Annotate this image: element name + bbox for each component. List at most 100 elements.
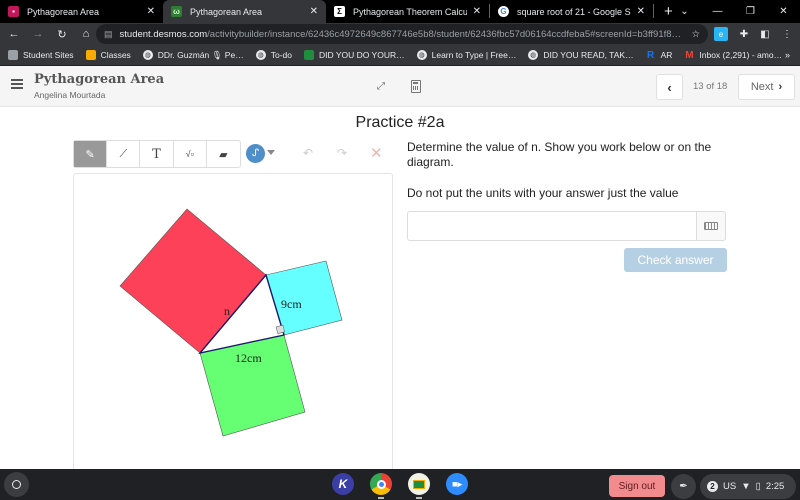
forward-icon[interactable]: → [28,28,48,40]
folder-icon [8,50,18,60]
kami-app-icon[interactable]: K [332,473,354,495]
text-tool-button[interactable]: T [140,141,174,167]
tab-0[interactable]: ▪ Pythagorean Area ✕ [0,0,163,23]
bookmark-student-sites[interactable]: Student Sites [8,50,74,60]
undo-icon[interactable]: ↶ [303,146,313,160]
ar-icon: R [646,49,655,61]
stylus-tools-button[interactable]: ✒ [671,474,696,499]
bookmark-label: DID YOU DO YOUR… [318,50,405,60]
chrome-app-icon[interactable] [370,473,392,495]
close-window-icon[interactable]: ✕ [767,6,800,17]
home-icon[interactable]: ⌂ [76,28,96,40]
system-tray[interactable]: 2 US ▼ ▯ 2:25 [700,474,796,499]
sketch-canvas[interactable]: n 9cm 12cm [73,173,393,473]
bookmark-label: Classes [100,50,131,60]
bookmark-guzman[interactable]: ◍ DDr. Guzmán 🎙 Pe… [142,50,244,61]
pythagorean-diagram: n 9cm 12cm [119,208,343,437]
bookmark-inbox[interactable]: M Inbox (2,291) - amo… [684,50,782,61]
text-icon: T [152,146,161,162]
pen-tool-button[interactable]: ✎ [74,141,108,167]
running-indicator [416,497,422,499]
side-panel-icon[interactable]: ◧ [758,27,772,41]
minimize-icon[interactable]: — [701,6,734,17]
bookmark-label: To-do [270,50,292,60]
tab-2[interactable]: Σ Pythagorean Theorem Calculator ✕ [326,0,489,23]
line-segment-icon: ⟋ [119,147,128,160]
globe-icon: ◍ [416,50,427,60]
tab-3[interactable]: G square root of 21 - Google Search ✕ [490,0,653,23]
bookmark-star-icon[interactable]: ☆ [691,29,700,40]
address-bar[interactable]: ▤ student.desmos.com /activitybuilder/in… [96,24,708,44]
next-screen-button[interactable]: Next › [738,74,795,100]
line-tool-button[interactable]: ⟋ [107,141,141,167]
page-counter[interactable]: 13 of 18 [693,81,727,92]
activity-title: Pythagorean Area [34,72,165,87]
globe-icon: ◍ [255,50,266,60]
answer-input[interactable] [407,211,697,241]
label-9cm: 9cm [281,297,302,311]
menu-kebab-icon[interactable]: ⋮ [780,27,794,41]
launcher-circle-icon [12,480,21,489]
fullscreen-icon[interactable]: ⤢ [377,81,385,92]
previous-screen-button[interactable]: ‹ [656,74,683,100]
hamburger-menu-icon[interactable] [11,79,23,89]
chevron-right-icon: › [778,81,783,93]
tab-title: Pythagorean Area [190,6,263,17]
color-dropdown-caret-icon[interactable] [267,150,275,155]
tab-title: Pythagorean Area [27,6,100,17]
battery-icon: ▯ [755,481,761,492]
classroom-icon [303,50,314,60]
extension-icon[interactable]: e [714,27,728,41]
back-icon[interactable]: ← [4,28,24,40]
restore-icon[interactable]: ❐ [734,6,767,17]
screen-title: Practice #2a [355,114,445,131]
browser-toolbar: ← → ↻ ⌂ ▤ student.desmos.com /activitybu… [0,23,800,45]
classroom-app-icon[interactable] [408,473,430,495]
more-bookmarks-button[interactable]: » [785,50,790,60]
eraser-tool-button[interactable]: ▰ [207,141,240,167]
clear-sketch-icon[interactable]: ✕ [370,144,383,162]
puzzle-extensions-icon[interactable]: ✚ [737,27,751,41]
tab-1[interactable]: ω Pythagorean Area ✕ [163,0,326,23]
label-12cm: 12cm [235,351,262,365]
close-tab-icon[interactable]: ✕ [310,6,318,17]
sign-out-button[interactable]: Sign out [609,475,665,497]
running-indicator [378,497,384,499]
eraser-icon: ▰ [219,148,228,161]
next-label: Next [750,81,774,93]
google-icon: G [498,6,509,17]
launcher-button[interactable] [4,472,29,497]
answer-instructions: Do not put the units with your answer ju… [407,186,679,200]
bookmark-todo[interactable]: ◍ To-do [255,50,292,60]
close-tab-icon[interactable]: ✕ [637,6,645,17]
reload-icon[interactable]: ↻ [52,28,72,41]
bookmark-did-you-do[interactable]: DID YOU DO YOUR… [303,50,405,60]
tab-title: square root of 21 - Google Search [517,6,631,17]
math-tool-button[interactable]: √▫ [174,141,207,167]
calculator-icon[interactable] [411,80,421,93]
notification-count-badge: 2 [707,481,718,492]
student-name: Angelina Mourtada [34,90,106,100]
bookmark-learn-to-type[interactable]: ◍ Learn to Type | Free… [416,50,516,60]
pencil-icon: ✎ [85,148,95,161]
squiggle-icon: ᔑ [251,148,260,159]
wifi-icon: ▼ [741,481,751,492]
check-answer-button[interactable]: Check answer [624,248,727,272]
bookmark-classes[interactable]: Classes [85,50,131,60]
bookmark-label: AR [660,50,673,60]
clock: 2:25 [765,481,785,492]
bookmark-label: Student Sites [23,50,74,60]
close-tab-icon[interactable]: ✕ [473,6,481,17]
url-path: /activitybuilder/instance/62436c4972649c… [207,28,682,40]
color-picker-button[interactable]: ᔑ [246,144,265,163]
close-tab-icon[interactable]: ✕ [147,6,155,17]
tab-search-icon[interactable]: ⌄ [668,6,701,17]
zoom-app-icon[interactable]: ■▸ [446,473,468,495]
site-info-icon[interactable]: ▤ [104,29,113,40]
math-keyboard-button[interactable] [696,211,726,241]
tab-strip: ▪ Pythagorean Area ✕ ω Pythagorean Area … [0,0,800,23]
bookmark-ar[interactable]: R AR [646,49,673,61]
bookmark-did-you-read[interactable]: ◍ DID YOU READ, TAK… [528,50,634,60]
redo-icon[interactable]: ↷ [337,146,347,160]
sqrt-icon: √▫ [185,149,194,159]
